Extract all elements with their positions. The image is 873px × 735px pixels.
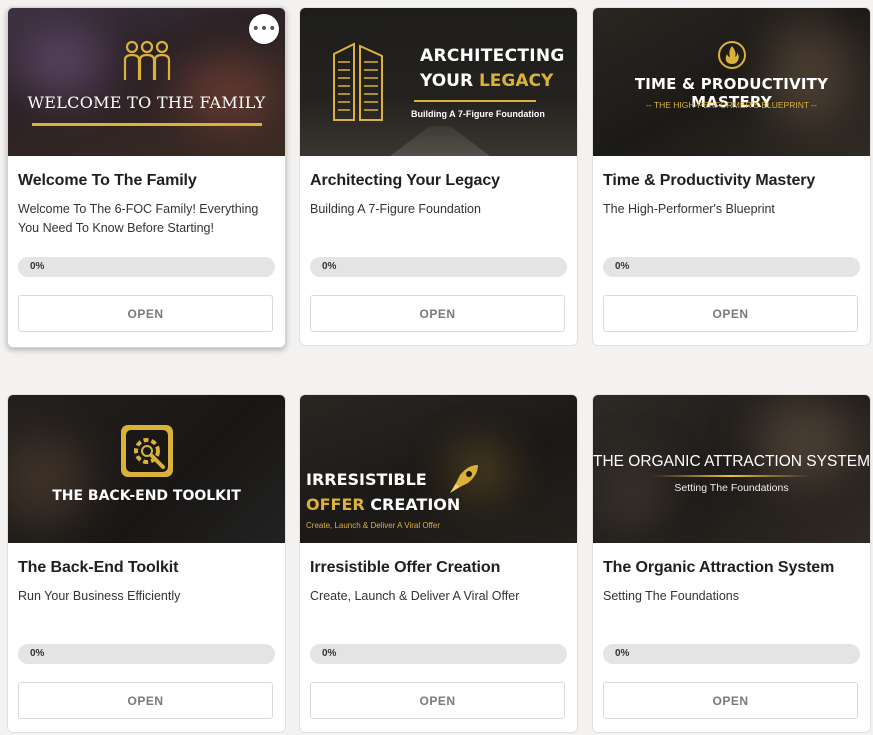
progress-label: 0% — [322, 648, 337, 659]
heading-word: YOUR — [420, 71, 479, 91]
progress-label: 0% — [615, 261, 630, 272]
course-title[interactable]: The Organic Attraction System — [603, 559, 834, 577]
open-button[interactable]: OPEN — [18, 295, 273, 332]
progress-bar: 0% — [18, 644, 275, 664]
thumbnail-heading: WELCOME TO THE FAMILY — [27, 93, 266, 112]
progress-bar: 0% — [603, 644, 860, 664]
progress-label: 0% — [30, 261, 45, 272]
thumbnail-heading-line2: OFFER CREATION — [306, 495, 460, 514]
course-description: Setting The Foundations — [603, 589, 739, 603]
heading-highlight: LEGACY — [478, 71, 554, 91]
open-button[interactable]: OPEN — [18, 682, 273, 719]
course-thumbnail[interactable]: TIME & PRODUCTIVITY MASTERY -- THE HIGH-… — [593, 8, 870, 156]
open-button[interactable]: OPEN — [310, 295, 565, 332]
course-title[interactable]: Architecting Your Legacy — [310, 172, 500, 190]
course-description: Welcome To The 6-FOC Family! Everything … — [18, 202, 259, 235]
heading-word: CREATION — [370, 495, 461, 514]
gear-wrench-icon — [121, 425, 173, 477]
flame-icon — [718, 41, 746, 69]
thumbnail-heading: ARCHITECTING — [420, 46, 565, 66]
family-icon — [123, 40, 171, 80]
thumbnail-subheading: -- THE HIGH-PERFORMER'S BLUEPRINT -- — [646, 100, 817, 110]
thumbnail-heading: THE BACK-END TOOLKIT — [52, 488, 241, 504]
thumbnail-subheading: Building A 7-Figure Foundation — [411, 109, 545, 119]
course-card[interactable]: TIME & PRODUCTIVITY MASTERY -- THE HIGH-… — [592, 7, 871, 346]
open-button[interactable]: OPEN — [310, 682, 565, 719]
thumbnail-heading-line2: YOUR LEGACY — [420, 71, 553, 91]
course-description: The High-Performer's Blueprint — [603, 202, 775, 216]
rocket-icon — [450, 465, 478, 493]
course-card[interactable]: ARCHITECTING YOUR LEGACY Building A 7-Fi… — [299, 7, 578, 346]
course-thumbnail[interactable]: THE BACK-END TOOLKIT — [8, 395, 285, 543]
course-description: Building A 7-Figure Foundation — [310, 202, 481, 216]
progress-bar: 0% — [18, 257, 275, 277]
progress-label: 0% — [30, 648, 45, 659]
course-description: Run Your Business Efficiently — [18, 589, 181, 603]
course-thumbnail[interactable]: IRRESISTIBLE OFFER CREATION Create, Laun… — [300, 395, 577, 543]
progress-bar: 0% — [310, 644, 567, 664]
course-thumbnail[interactable]: WELCOME TO THE FAMILY ••• — [8, 8, 285, 156]
course-card[interactable]: WELCOME TO THE FAMILY ••• Welcome To The… — [7, 7, 286, 348]
thumbnail-glow-line — [651, 475, 811, 477]
course-title[interactable]: The Back-End Toolkit — [18, 559, 178, 577]
course-card[interactable]: THE BACK-END TOOLKIT The Back-End Toolki… — [7, 394, 286, 733]
course-thumbnail[interactable]: ARCHITECTING YOUR LEGACY Building A 7-Fi… — [300, 8, 577, 156]
thumbnail-subheading: Setting The Foundations — [674, 482, 789, 494]
thumbnail-heading: THE ORGANIC ATTRACTION SYSTEM — [593, 453, 870, 470]
progress-label: 0% — [322, 261, 337, 272]
course-title[interactable]: Time & Productivity Mastery — [603, 172, 815, 190]
progress-bar: 0% — [603, 257, 860, 277]
more-options-button[interactable]: ••• — [249, 14, 279, 44]
thumbnail-subheading: Create, Launch & Deliver A Viral Offer — [306, 521, 440, 530]
thumbnail-underline — [32, 123, 262, 126]
progress-label: 0% — [615, 648, 630, 659]
road-decoration — [390, 126, 490, 156]
progress-bar: 0% — [310, 257, 567, 277]
course-title[interactable]: Irresistible Offer Creation — [310, 559, 500, 577]
thumbnail-heading: IRRESISTIBLE — [306, 470, 427, 489]
heading-highlight: OFFER — [306, 495, 371, 514]
open-button[interactable]: OPEN — [603, 682, 858, 719]
course-thumbnail[interactable]: THE ORGANIC ATTRACTION SYSTEM Setting Th… — [593, 395, 870, 543]
course-title[interactable]: Welcome To The Family — [18, 172, 197, 190]
skyscraper-icon — [333, 42, 383, 121]
open-button[interactable]: OPEN — [603, 295, 858, 332]
thumbnail-divider — [414, 100, 536, 102]
course-description: Create, Launch & Deliver A Viral Offer — [310, 589, 520, 603]
course-card[interactable]: THE ORGANIC ATTRACTION SYSTEM Setting Th… — [592, 394, 871, 733]
course-card[interactable]: IRRESISTIBLE OFFER CREATION Create, Laun… — [299, 394, 578, 733]
